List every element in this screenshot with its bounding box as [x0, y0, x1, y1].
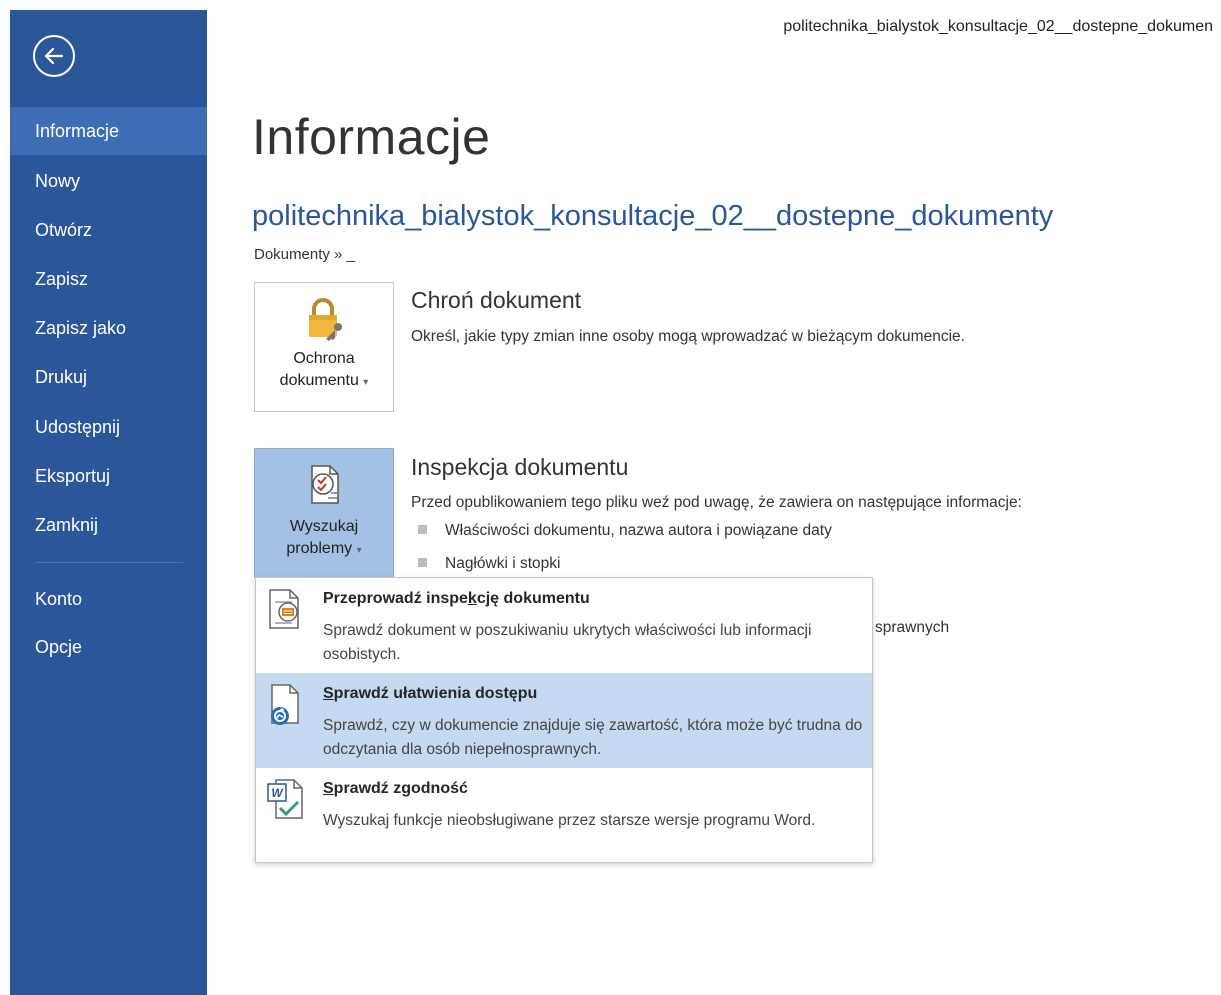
- document-title: politechnika_bialystok_konsultacje_02__d…: [252, 200, 1054, 232]
- accessibility-check-icon: [271, 684, 299, 725]
- nav-nowy[interactable]: Nowy: [10, 157, 207, 205]
- menu-item-title: Przeprowadź inspekcję dokumentu: [323, 590, 590, 608]
- nav-opcje[interactable]: Opcje: [10, 623, 207, 671]
- nav-otworz[interactable]: Otwórz: [10, 206, 207, 254]
- nav-zamknij[interactable]: Zamknij: [10, 501, 207, 549]
- protect-description: Określ, jakie typy zmian inne osoby mogą…: [411, 328, 965, 345]
- inspect-document-icon: [269, 589, 299, 629]
- menu-item-title-part: prawdź zgodność: [333, 780, 468, 797]
- menu-item-inspect-document[interactable]: Przeprowadź inspekcję dokumentu Sprawdź …: [256, 578, 872, 673]
- check-issues-button[interactable]: Wyszukaj problemy ▾: [254, 448, 394, 578]
- access-key: k: [467, 590, 477, 607]
- inspect-bullet-text: Nagłówki i stopki: [445, 555, 561, 572]
- checklist-icon: [311, 465, 339, 504]
- nav-udostepnij[interactable]: Udostępnij: [10, 403, 207, 451]
- inspect-title: Inspekcja dokumentu: [411, 454, 629, 480]
- access-key: S: [323, 685, 334, 702]
- access-key: S: [323, 780, 334, 797]
- check-issues-label-1: Wyszukaj: [289, 518, 359, 535]
- sidebar-divider: [35, 562, 183, 563]
- bullet-icon: [418, 525, 427, 534]
- nav-drukuj[interactable]: Drukuj: [10, 353, 207, 401]
- svg-text:W: W: [271, 786, 284, 800]
- menu-item-title-part: cję dokumentu: [476, 590, 590, 607]
- nav-konto[interactable]: Konto: [10, 575, 207, 623]
- nav-zapisz[interactable]: Zapisz: [10, 255, 207, 303]
- menu-item-title-part: prawdź ułatwienia dostępu: [333, 685, 538, 702]
- check-issues-menu: Przeprowadź inspekcję dokumentu Sprawdź …: [255, 577, 873, 863]
- menu-item-title: Sprawdź zgodność: [323, 780, 468, 798]
- page-title: Informacje: [252, 109, 491, 165]
- back-arrow-icon: [44, 47, 64, 65]
- menu-item-description: Sprawdź dokument w poszukiwaniu ukrytych…: [323, 622, 812, 663]
- protect-button-label-row: dokumentu ▾: [255, 370, 393, 394]
- nav-zapisz-jako[interactable]: Zapisz jako: [10, 304, 207, 352]
- check-issues-label-2: problemy: [286, 540, 353, 557]
- protect-button-label-1: Ochrona: [293, 350, 355, 367]
- inspect-description: Przed opublikowaniem tego pliku weź pod …: [411, 494, 1022, 511]
- inspect-bullet: Nagłówki i stopki: [418, 555, 560, 573]
- menu-item-description: Wyszukaj funkcje nieobsługiwane przez st…: [323, 812, 816, 829]
- menu-item-check-compatibility[interactable]: W Sprawdź zgodność Wyszukaj funkcje nieo…: [256, 768, 872, 862]
- backstage-sidebar: Informacje Nowy Otwórz Zapisz Zapisz jak…: [10, 10, 207, 995]
- window-filename: politechnika_bialystok_konsultacje_02__d…: [783, 18, 1213, 35]
- obscured-text: sprawnych: [875, 619, 950, 636]
- protect-document-button[interactable]: Ochrona dokumentu ▾: [254, 282, 394, 412]
- lock-key-icon: [309, 298, 342, 341]
- word-compatibility-icon: W: [267, 779, 303, 819]
- menu-item-title: Sprawdź ułatwienia dostępu: [323, 685, 537, 703]
- nav-informacje[interactable]: Informacje: [10, 107, 207, 155]
- bullet-icon: [418, 558, 427, 567]
- menu-item-description: Sprawdź, czy w dokumencie znajduje się z…: [323, 717, 863, 758]
- inspect-bullet: Właściwości dokumentu, nazwa autora i po…: [418, 522, 832, 540]
- inspect-bullet-text: Właściwości dokumentu, nazwa autora i po…: [445, 522, 832, 539]
- menu-item-title-part: Przeprowadź inspe: [323, 590, 468, 607]
- chevron-down-icon: ▾: [363, 377, 369, 388]
- protect-button-label-2: dokumentu: [279, 372, 359, 389]
- nav-eksportuj[interactable]: Eksportuj: [10, 452, 207, 500]
- menu-item-check-accessibility[interactable]: Sprawdź ułatwienia dostępu Sprawdź, czy …: [256, 673, 872, 768]
- back-button[interactable]: [33, 35, 75, 77]
- chevron-down-icon: ▾: [356, 545, 362, 556]
- check-issues-label-row: problemy ▾: [255, 538, 393, 562]
- protect-title: Chroń dokument: [411, 287, 582, 313]
- breadcrumb: Dokumenty » _: [254, 246, 355, 263]
